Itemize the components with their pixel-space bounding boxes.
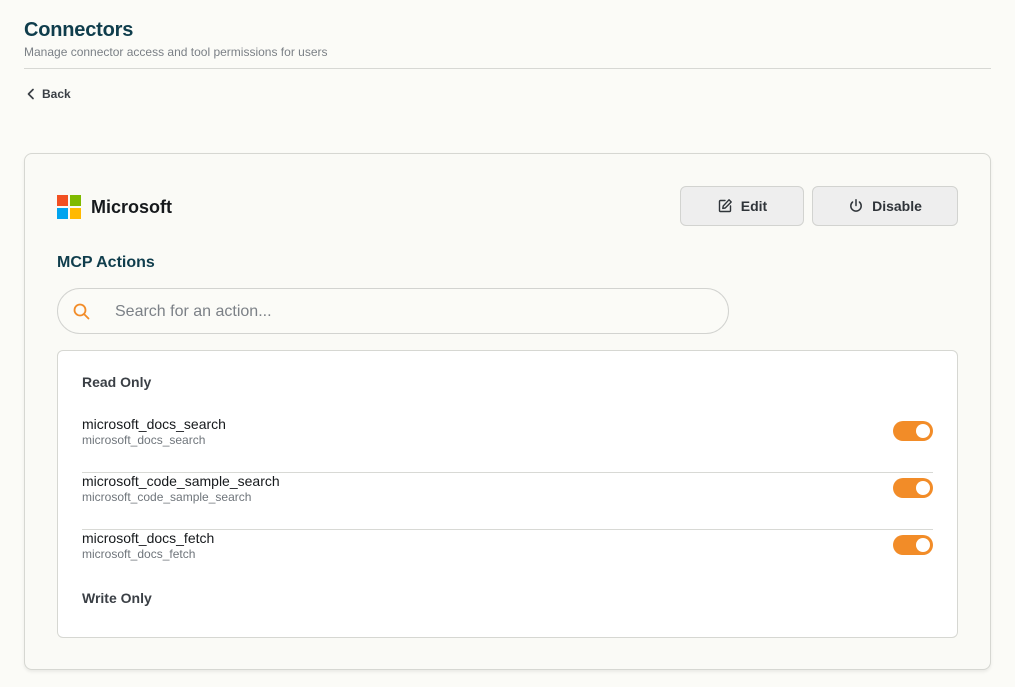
actions-panel: Read Only microsoft_docs_search microsof… — [57, 350, 958, 638]
edit-button[interactable]: Edit — [680, 186, 804, 226]
connector-brand: Microsoft — [57, 195, 172, 219]
toggle-knob — [916, 481, 930, 495]
action-name: microsoft_docs_search — [82, 416, 226, 432]
edit-icon — [717, 198, 733, 214]
connector-card: Microsoft Edit Disable MCP Actions Searc… — [24, 153, 991, 670]
toggle-knob — [916, 424, 930, 438]
back-link[interactable]: Back — [26, 87, 71, 101]
search-icon — [72, 302, 92, 327]
group-label-write-only: Write Only — [82, 590, 152, 606]
connector-name: Microsoft — [91, 196, 172, 217]
power-icon — [848, 198, 864, 214]
action-row: microsoft_docs_search microsoft_docs_sea… — [82, 416, 933, 473]
action-toggle[interactable] — [893, 421, 933, 441]
disable-label: Disable — [872, 198, 922, 214]
page-subtitle: Manage connector access and tool permiss… — [24, 45, 328, 59]
action-toggle[interactable] — [893, 478, 933, 498]
search-input[interactable] — [113, 289, 717, 335]
group-label-read-only: Read Only — [82, 374, 152, 390]
action-row: microsoft_code_sample_search microsoft_c… — [82, 473, 933, 530]
action-toggle[interactable] — [893, 535, 933, 555]
chevron-left-icon — [26, 88, 36, 100]
microsoft-logo-icon — [57, 195, 81, 219]
edit-label: Edit — [740, 198, 768, 214]
action-id: microsoft_docs_search — [82, 433, 206, 447]
disable-button[interactable]: Disable — [812, 186, 958, 226]
action-name: microsoft_docs_fetch — [82, 530, 215, 546]
action-row: microsoft_docs_fetch microsoft_docs_fetc… — [82, 530, 933, 587]
page-title: Connectors — [24, 19, 134, 41]
mcp-actions-title: MCP Actions — [57, 254, 155, 271]
header-divider — [24, 68, 991, 69]
action-name: microsoft_code_sample_search — [82, 473, 280, 489]
toggle-knob — [916, 538, 930, 552]
action-id: microsoft_docs_fetch — [82, 547, 196, 561]
action-id: microsoft_code_sample_search — [82, 490, 252, 504]
action-search — [57, 288, 729, 335]
back-label: Back — [42, 87, 71, 101]
